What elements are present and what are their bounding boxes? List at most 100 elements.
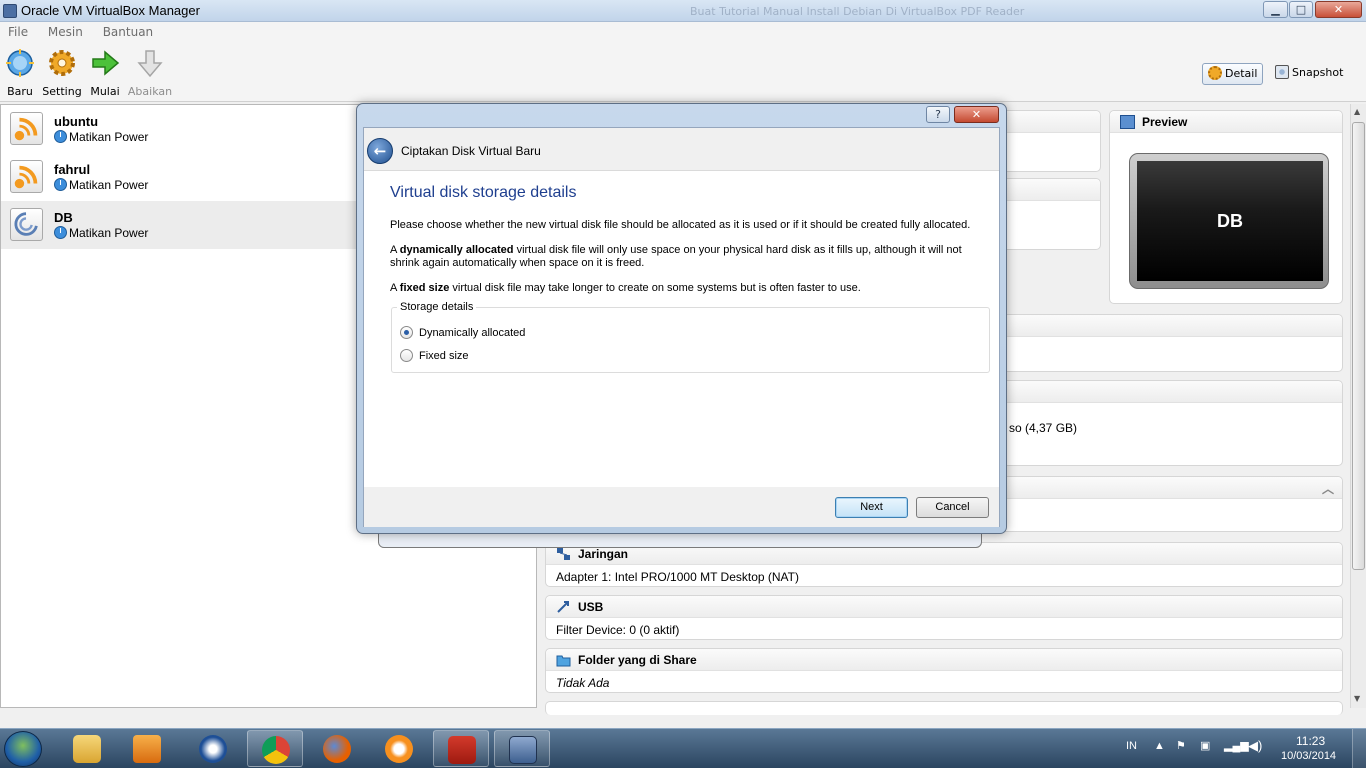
shared-folder-value: Tidak Ada bbox=[556, 676, 610, 690]
preview-screen: DB bbox=[1129, 153, 1329, 289]
dynamic-option-label: Dynamically allocated bbox=[419, 327, 526, 339]
collapse-icon[interactable]: ︿ bbox=[1322, 478, 1334, 500]
show-desktop-button[interactable] bbox=[1352, 729, 1366, 768]
taskbar-chrome[interactable] bbox=[247, 730, 303, 767]
radio-button-unchecked[interactable] bbox=[400, 349, 413, 362]
green-arrow-icon bbox=[92, 50, 120, 76]
preview-section: Preview DB bbox=[1109, 110, 1343, 304]
taskbar-orange-app[interactable] bbox=[371, 730, 427, 767]
taskbar-explorer[interactable] bbox=[59, 730, 115, 767]
fixed-bold: fixed size bbox=[399, 282, 450, 294]
settings-label: Setting bbox=[42, 85, 82, 98]
linux-os-icon bbox=[10, 112, 43, 145]
preview-monitor-icon bbox=[1120, 115, 1135, 129]
snapshot-button[interactable]: Snapshot bbox=[1270, 63, 1348, 85]
close-button[interactable]: ✕ bbox=[1315, 1, 1362, 18]
chrome-icon bbox=[262, 736, 290, 764]
dynamic-bold: dynamically allocated bbox=[399, 244, 514, 256]
fixed-prefix: A bbox=[390, 282, 400, 294]
menu-file[interactable]: File bbox=[0, 22, 36, 39]
flag-icon[interactable]: ⚑ bbox=[1176, 739, 1186, 752]
clock-time[interactable]: 11:23 bbox=[1296, 734, 1325, 748]
dynamic-prefix: A bbox=[390, 244, 400, 256]
scroll-down-arrow-icon[interactable]: ▼ bbox=[1354, 694, 1360, 703]
discard-label: Abaikan bbox=[127, 85, 173, 98]
next-button[interactable]: Next bbox=[835, 497, 908, 518]
page-title: Virtual disk storage details bbox=[390, 184, 577, 201]
shared-folder-title: Folder yang di Share bbox=[578, 653, 697, 667]
clock-date[interactable]: 10/03/2014 bbox=[1281, 750, 1336, 762]
device-icon[interactable]: ▣ bbox=[1200, 739, 1210, 752]
dialog-close-button[interactable]: ✕ bbox=[954, 106, 999, 123]
language-indicator[interactable]: IN bbox=[1126, 740, 1137, 752]
network-section: Jaringan Adapter 1: Intel PRO/1000 MT De… bbox=[545, 542, 1343, 587]
network-value: Adapter 1: Intel PRO/1000 MT Desktop (NA… bbox=[556, 570, 799, 584]
pdf-icon bbox=[448, 736, 476, 764]
toolbar: Baru Setting Mulai Abaikan Detail Snapsh… bbox=[0, 42, 1366, 102]
show-hidden-icons-icon[interactable]: ▲ bbox=[1154, 740, 1165, 752]
taskbar-virtualbox[interactable] bbox=[494, 730, 550, 767]
taskbar: IN ▲ ⚑ ▣ ▂▄▆ ◀) 11:23 10/03/2014 bbox=[0, 728, 1366, 768]
usb-section: USB Filter Device: 0 (0 aktif) bbox=[545, 595, 1343, 640]
help-button[interactable]: ? bbox=[926, 106, 950, 123]
fixed-description: A fixed size virtual disk file may take … bbox=[390, 282, 980, 295]
dialog-footer: Next Cancel bbox=[364, 487, 999, 527]
maximize-button[interactable]: □ bbox=[1289, 1, 1313, 18]
scroll-up-arrow-icon[interactable]: ▲ bbox=[1354, 107, 1360, 116]
folder-icon bbox=[556, 655, 571, 667]
snapshot-label: Snapshot bbox=[1292, 66, 1344, 79]
intro-text: Please choose whether the new virtual di… bbox=[390, 219, 971, 231]
down-arrow-icon bbox=[137, 50, 163, 78]
gear-icon bbox=[49, 50, 75, 76]
vm-state: Matikan Power bbox=[54, 130, 148, 144]
vm-name: DB bbox=[54, 210, 73, 225]
dialog-content: ← Ciptakan Disk Virtual Baru Virtual dis… bbox=[363, 127, 1000, 527]
menu-mesin[interactable]: Mesin bbox=[40, 22, 91, 39]
storage-value: so (4,37 GB) bbox=[1009, 421, 1078, 435]
minimize-button[interactable]: ▁ bbox=[1263, 1, 1288, 18]
fixed-option-label: Fixed size bbox=[419, 350, 469, 362]
background-window-title: Buat Tutorial Manual Install Debian Di V… bbox=[690, 5, 1025, 18]
app-logo-icon bbox=[199, 735, 227, 763]
detail-button[interactable]: Detail bbox=[1202, 63, 1264, 85]
shared-folder-section: Folder yang di Share Tidak Ada bbox=[545, 648, 1343, 693]
detail-label: Detail bbox=[1225, 67, 1258, 80]
radio-dynamically-allocated[interactable]: Dynamically allocated bbox=[400, 326, 525, 342]
network-title: Jaringan bbox=[578, 547, 629, 561]
fixed-rest: virtual disk file may take longer to cre… bbox=[449, 282, 861, 294]
vm-state: Matikan Power bbox=[54, 178, 148, 192]
virtualbox-icon bbox=[509, 736, 537, 764]
menu-bantuan[interactable]: Bantuan bbox=[95, 22, 161, 39]
taskbar-pdf-reader[interactable] bbox=[433, 730, 489, 767]
power-off-icon bbox=[54, 130, 67, 143]
folder-icon bbox=[73, 735, 101, 763]
preview-title: Preview bbox=[1142, 115, 1188, 129]
title-bar: Oracle VM VirtualBox Manager Buat Tutori… bbox=[0, 0, 1366, 22]
discard-button[interactable]: Abaikan bbox=[126, 48, 174, 98]
start-button[interactable]: Mulai bbox=[81, 48, 129, 98]
settings-button[interactable]: Setting bbox=[38, 48, 86, 98]
radio-button-checked[interactable] bbox=[400, 326, 413, 339]
radio-fixed-size[interactable]: Fixed size bbox=[400, 349, 469, 365]
volume-icon[interactable]: ◀) bbox=[1248, 738, 1262, 754]
back-arrow-icon[interactable]: ← bbox=[367, 138, 393, 164]
camera-icon bbox=[1275, 65, 1289, 79]
taskbar-firefox[interactable] bbox=[309, 730, 365, 767]
orange-app-icon bbox=[385, 735, 413, 763]
linux-os-icon bbox=[10, 160, 43, 193]
vm-state-label: Matikan Power bbox=[69, 178, 149, 192]
taskbar-app-blue[interactable] bbox=[185, 730, 241, 767]
details-scrollbar[interactable]: ▲ ▼ bbox=[1350, 104, 1366, 708]
debian-os-icon bbox=[10, 208, 43, 241]
network-signal-icon[interactable]: ▂▄▆ bbox=[1224, 739, 1249, 752]
storage-details-label: Storage details bbox=[397, 301, 477, 313]
scrollbar-thumb[interactable] bbox=[1352, 122, 1365, 570]
taskbar-media-player[interactable] bbox=[119, 730, 175, 767]
start-orb-icon[interactable] bbox=[4, 731, 42, 767]
cancel-button[interactable]: Cancel bbox=[916, 497, 989, 518]
virtualbox-app-icon bbox=[3, 4, 17, 18]
start-label: Mulai bbox=[90, 85, 120, 98]
preview-header: Preview bbox=[1110, 111, 1342, 133]
usb-header: USB bbox=[546, 596, 1342, 618]
description-section bbox=[545, 701, 1343, 715]
